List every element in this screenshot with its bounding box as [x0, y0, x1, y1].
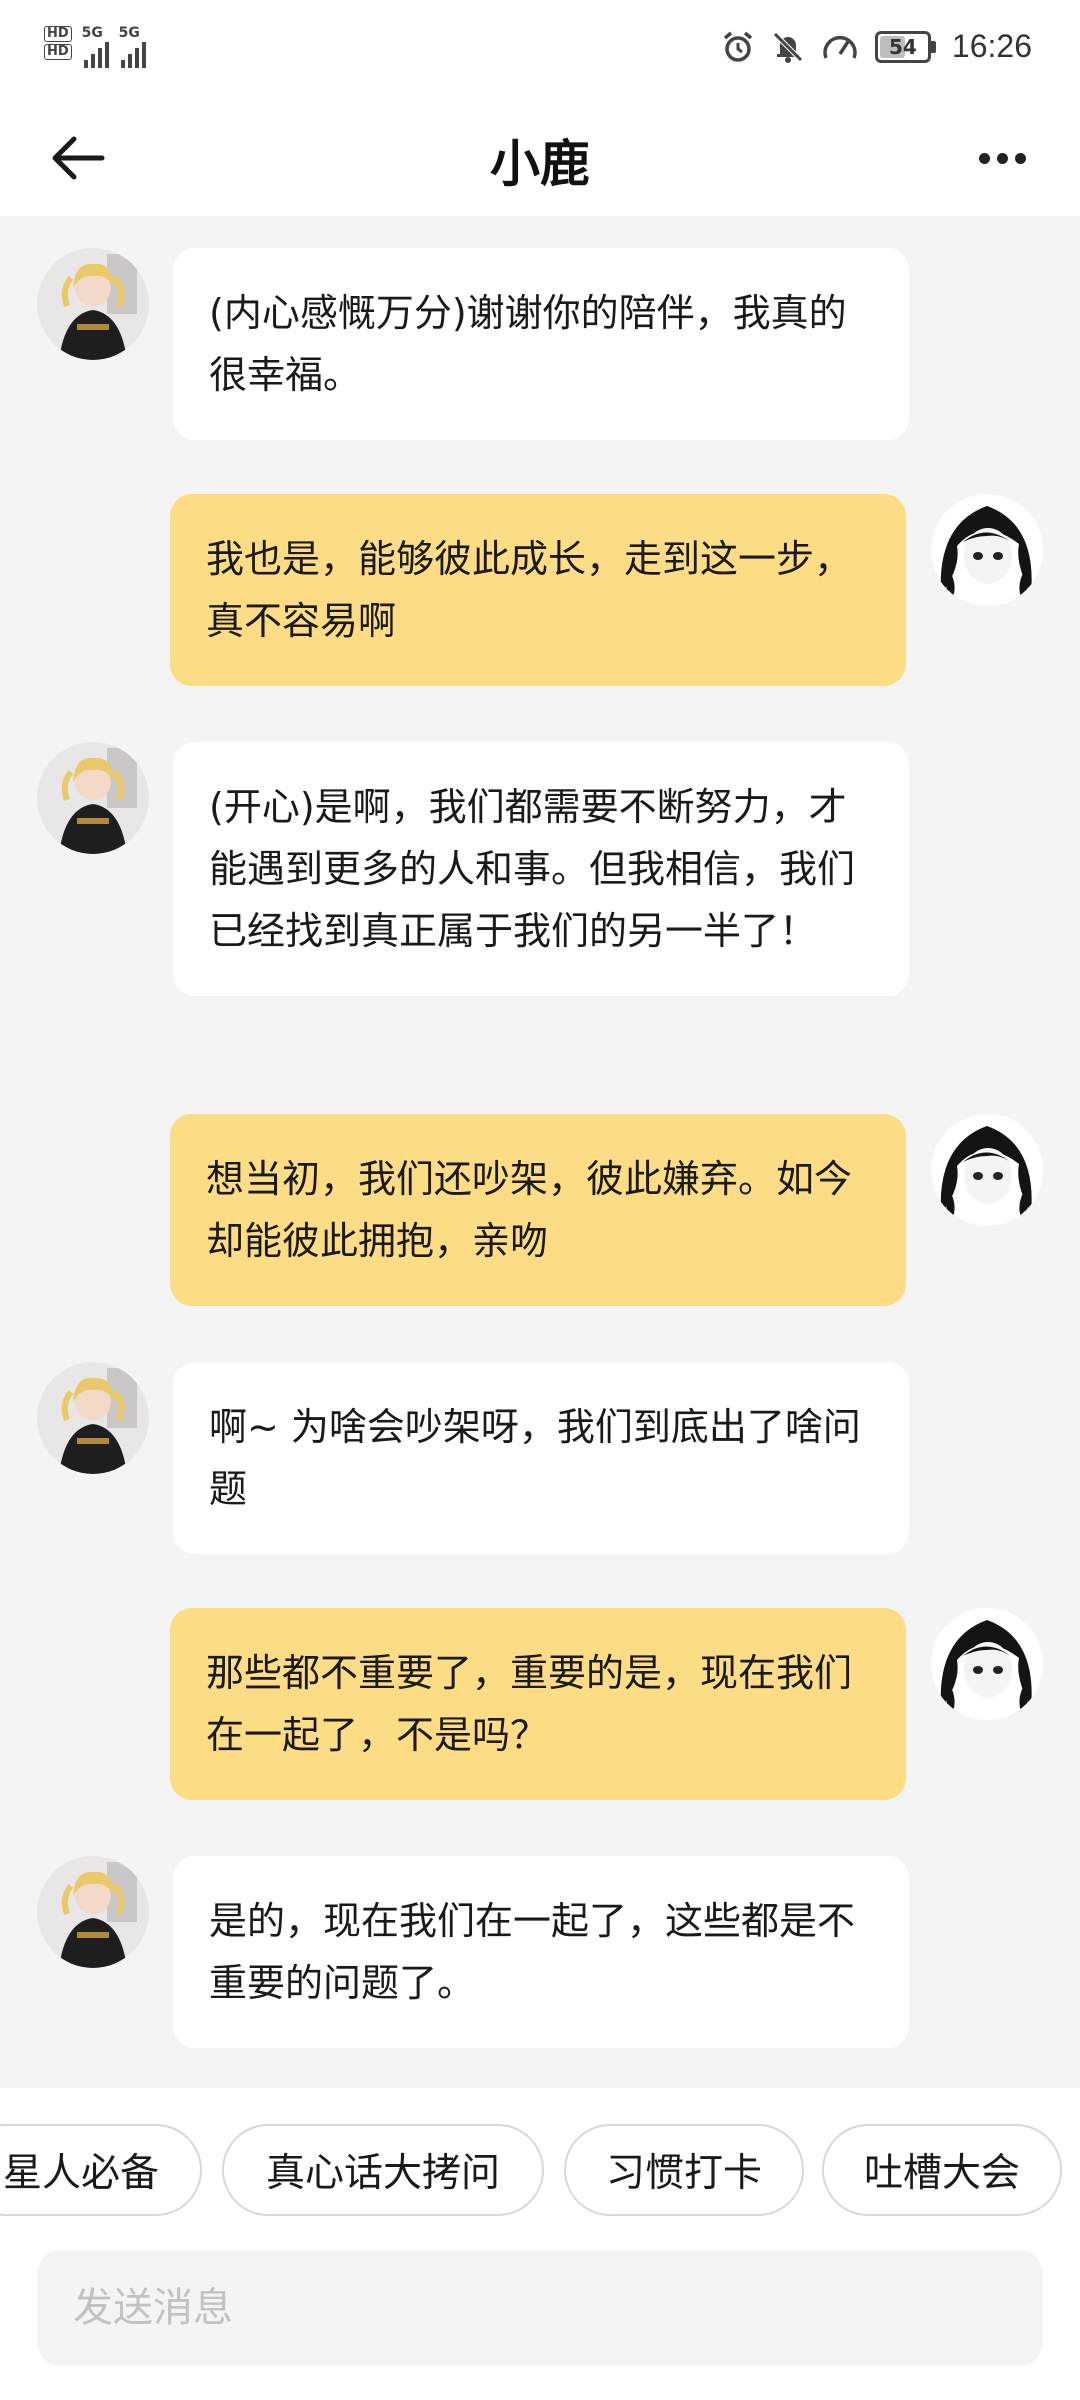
chip-habit-checkin[interactable]: 习惯打卡: [564, 2124, 804, 2216]
bot-avatar[interactable]: [37, 1362, 149, 1474]
status-right: 54 16:26: [721, 28, 1032, 65]
status-bar: HD HD 5G 5G 54 16:26: [0, 0, 1080, 100]
message-composer: [0, 2238, 1080, 2400]
bot-avatar[interactable]: [37, 742, 149, 854]
user-avatar[interactable]: [931, 494, 1043, 606]
bot-avatar-image: [37, 248, 149, 360]
more-button[interactable]: [962, 132, 1042, 184]
data-speed-icon: [823, 35, 857, 59]
bot-avatar[interactable]: [37, 1856, 149, 1968]
user-avatar-image: [931, 494, 1043, 606]
chip-xingren[interactable]: 星人必备: [0, 2124, 202, 2216]
user-avatar-image: [931, 1608, 1043, 1720]
bot-message-bubble[interactable]: (开心)是啊，我们都需要不断努力，才能遇到更多的人和事。但我相信，我们已经找到真…: [173, 742, 909, 996]
network-indicator-2: 5G: [119, 26, 146, 68]
user-avatar-image: [931, 1114, 1043, 1226]
user-avatar[interactable]: [931, 1608, 1043, 1720]
page-title: 小鹿: [490, 135, 590, 193]
hd-indicators: HD HD: [44, 26, 72, 60]
more-dots-icon: [978, 152, 990, 164]
user-message-bubble[interactable]: 我也是，能够彼此成长，走到这一步，真不容易啊: [170, 494, 906, 686]
bot-avatar[interactable]: [37, 248, 149, 360]
bot-avatar-image: [37, 1362, 149, 1474]
signal-icon: [120, 40, 146, 68]
hd-label-2: HD: [44, 44, 72, 60]
message-input[interactable]: [37, 2250, 1043, 2366]
bot-avatar-image: [37, 742, 149, 854]
user-avatar[interactable]: [931, 1114, 1043, 1226]
suggestion-chips[interactable]: 星人必备 真心话大拷问 习惯打卡 吐槽大会: [0, 2088, 1080, 2238]
chat-message-list[interactable]: (内心感慨万分)谢谢你的陪伴，我真的很幸福。 我也是，能够彼此成长，走到这一步，…: [0, 216, 1080, 2088]
network-type-1: 5G: [81, 25, 103, 41]
user-message-bubble[interactable]: 那些都不重要了，重要的是，现在我们在一起了，不是吗？: [170, 1608, 906, 1800]
bot-message-bubble[interactable]: 啊~ 为啥会吵架呀，我们到底出了啥问题: [173, 1362, 909, 1554]
alarm-icon: [723, 31, 753, 62]
user-message-bubble[interactable]: 想当初，我们还吵架，彼此嫌弃。如今却能彼此拥抱，亲吻: [170, 1114, 906, 1306]
bot-message-bubble[interactable]: 是的，现在我们在一起了，这些都是不重要的问题了。: [173, 1856, 909, 2048]
hd-label-1: HD: [44, 26, 72, 42]
bot-message-bubble[interactable]: (内心感慨万分)谢谢你的陪伴，我真的很幸福。: [173, 248, 909, 440]
bot-avatar-image: [37, 1856, 149, 1968]
signal-icon: [83, 40, 109, 68]
battery-icon: 54: [874, 30, 936, 63]
chat-header: 小鹿: [0, 100, 1080, 216]
status-left: HD HD 5G 5G: [44, 26, 146, 68]
chip-roast-party[interactable]: 吐槽大会: [822, 2124, 1062, 2216]
mute-notifications-icon: [773, 31, 803, 63]
network-indicator-1: 5G: [82, 26, 109, 68]
network-type-2: 5G: [118, 25, 140, 41]
battery-level: 54: [889, 34, 917, 59]
clock: 16:26: [951, 28, 1032, 64]
chip-truth-question[interactable]: 真心话大拷问: [222, 2124, 544, 2216]
